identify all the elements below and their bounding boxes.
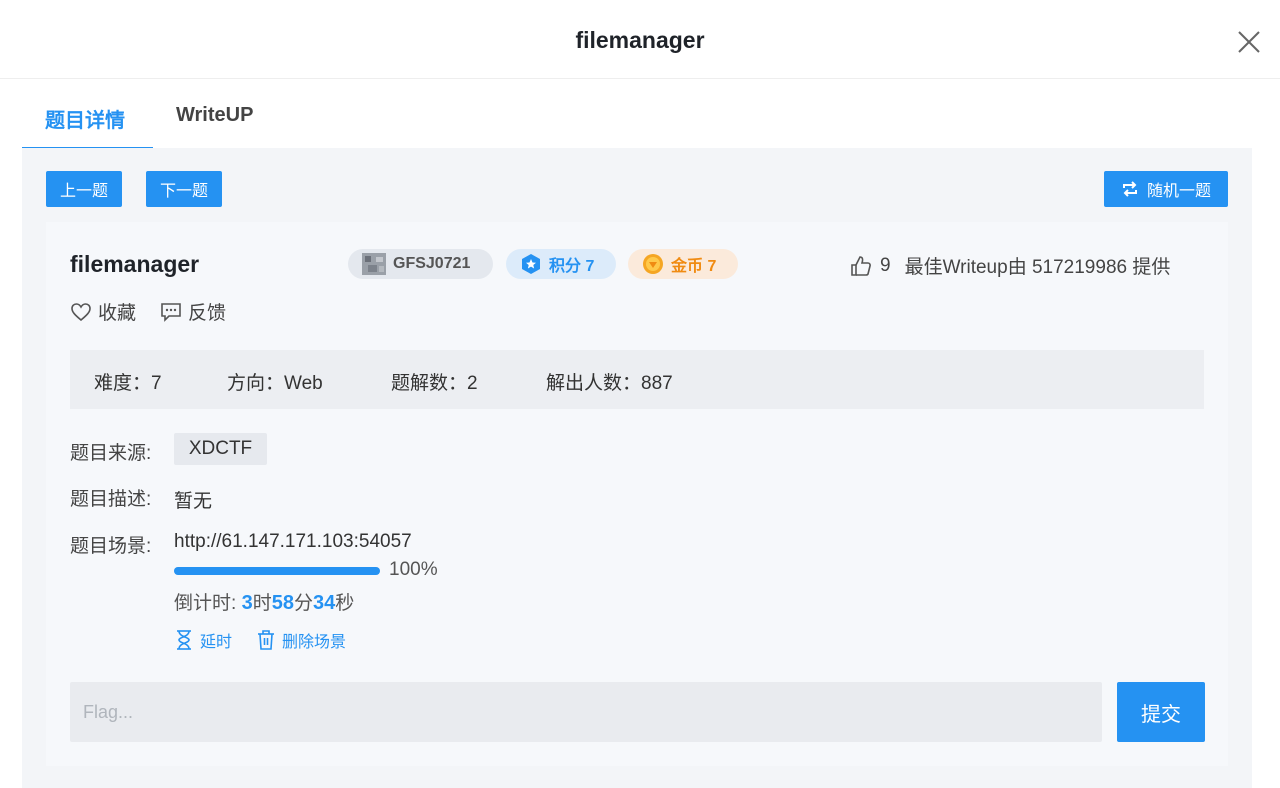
challenge-avatar-icon: [362, 253, 386, 275]
tab-bar: 题目详情 WriteUP: [22, 79, 1258, 151]
heart-icon: [71, 302, 91, 321]
coin-icon: [643, 254, 663, 274]
feedback-icon: [161, 302, 181, 322]
solvers-stat: 解出人数：887: [546, 373, 673, 394]
submit-flag-button[interactable]: 提交: [1117, 682, 1205, 742]
countdown-seconds-unit: 秒: [335, 593, 355, 614]
close-icon: [1238, 31, 1260, 53]
next-challenge-button[interactable]: 下一题: [146, 171, 222, 207]
tab-challenge-details[interactable]: 题目详情: [45, 104, 125, 133]
countdown-seconds: 34: [312, 592, 336, 614]
hourglass-icon: [177, 630, 191, 650]
like-info: 9 最佳Writeup由 517219986 提供: [850, 252, 1170, 279]
modal-title: filemanager: [575, 27, 705, 53]
favorite-button[interactable]: 收藏: [70, 298, 136, 325]
challenge-card: filemanager GFSJ0721 积分 7 金币 7 9 最佳Write…: [46, 222, 1228, 766]
trash-icon: [258, 630, 275, 650]
random-challenge-button[interactable]: 随机一题: [1104, 171, 1228, 207]
countdown-minutes-unit: 分: [293, 593, 313, 614]
thumbs-up-icon[interactable]: [850, 255, 872, 277]
best-writeup-text[interactable]: 最佳Writeup由 517219986 提供: [905, 252, 1171, 279]
source-tag: XDCTF: [174, 433, 267, 465]
score-value: 积分 7: [549, 258, 595, 275]
score-badge: 积分 7: [506, 249, 616, 279]
challenge-id-badge: GFSJ0721: [348, 249, 493, 279]
delete-scene-button[interactable]: 删除场景: [256, 628, 346, 652]
solutions-stat: 题解数：2: [391, 373, 478, 394]
flag-input[interactable]: [70, 682, 1102, 742]
extend-time-button[interactable]: 延时: [174, 628, 232, 652]
favorite-label: 收藏: [98, 303, 137, 324]
stats-bar: 难度：7 方向：Web 题解数：2 解出人数：887: [70, 350, 1204, 409]
coin-value: 金币 7: [671, 258, 717, 275]
content-panel: 上一题 下一题 随机一题 filemanager GFSJ0721 积分 7 金…: [22, 148, 1252, 788]
close-button[interactable]: [1236, 29, 1262, 55]
scene-progress-text: 100%: [389, 559, 438, 580]
delete-scene-label: 删除场景: [282, 634, 347, 651]
score-icon: [522, 254, 540, 274]
scene-progress-bar: [174, 567, 380, 575]
description-value: 暂无: [174, 491, 213, 512]
extend-time-label: 延时: [200, 634, 233, 651]
countdown-hours: 3: [241, 592, 253, 614]
scene-label: 题目场景:: [70, 536, 152, 557]
challenge-name: filemanager: [70, 251, 200, 277]
scene-progress-fill: [174, 567, 380, 575]
prev-challenge-button[interactable]: 上一题: [46, 171, 122, 207]
shuffle-icon: [1122, 181, 1137, 197]
countdown-hours-unit: 时: [252, 593, 272, 614]
feedback-label: 反馈: [188, 303, 227, 324]
source-label: 题目来源:: [70, 443, 152, 464]
feedback-button[interactable]: 反馈: [160, 298, 226, 325]
modal-header: filemanager: [0, 0, 1280, 79]
challenge-id: GFSJ0721: [393, 255, 471, 272]
tab-writeup[interactable]: WriteUP: [176, 104, 253, 127]
like-count: 9: [880, 254, 891, 276]
scene-actions: 延时 删除场景: [174, 628, 370, 652]
coin-badge: 金币 7: [628, 249, 738, 279]
challenge-actions: 收藏 反馈: [70, 298, 250, 325]
scene-url[interactable]: http://61.147.171.103:54057: [174, 531, 412, 553]
countdown-prefix: 倒计时:: [174, 593, 242, 614]
difficulty-stat: 难度：7: [94, 373, 162, 394]
random-challenge-label: 随机一题: [1146, 183, 1211, 200]
direction-stat: 方向：Web: [227, 373, 323, 394]
countdown-timer: 倒计时: 3时58分34秒: [174, 588, 354, 615]
countdown-minutes: 58: [271, 592, 294, 614]
description-label: 题目描述:: [70, 489, 152, 510]
